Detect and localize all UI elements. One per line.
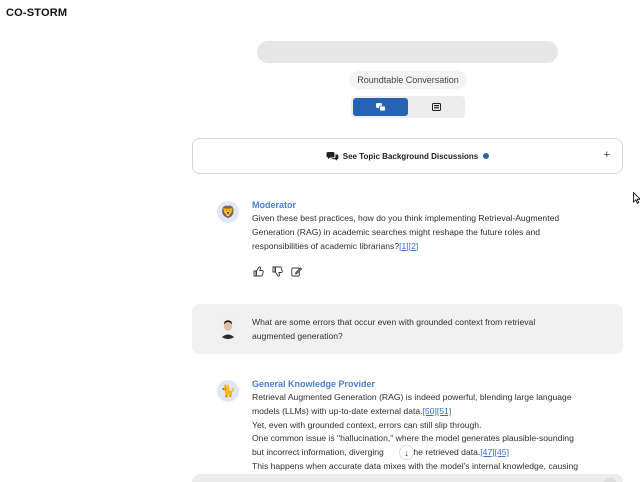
message-line: but incorrect information, diverging n th…: [252, 446, 624, 460]
user-photo-icon: [217, 317, 239, 339]
provider-avatar: 🐈: [217, 380, 239, 402]
thumbs-up-button[interactable]: [252, 265, 264, 277]
report-view-button[interactable]: [410, 98, 463, 116]
newspaper-icon: [432, 103, 441, 111]
thumbs-up-icon: [253, 265, 264, 276]
mouse-cursor-icon: [633, 192, 640, 204]
status-dot: [483, 153, 490, 159]
message-reactions: [252, 265, 302, 277]
citation-link[interactable]: [47]: [480, 447, 494, 457]
arrow-down-icon: ↓: [404, 447, 409, 458]
speaker-name: Moderator: [252, 200, 297, 210]
message-line: models (LLMs) with up-to-date external d…: [252, 405, 624, 419]
speaker-name: General Knowledge Provider: [252, 379, 376, 389]
citation-link[interactable]: [51]: [437, 406, 451, 416]
topic-background-toggle[interactable]: See Topic Background Discussions +: [192, 138, 623, 174]
view-toggle: [351, 96, 465, 118]
message-line: augmented generation?: [252, 330, 343, 341]
user-avatar: [217, 317, 239, 339]
message-composer[interactable]: [192, 474, 623, 482]
chat-bubbles-icon: [375, 102, 386, 111]
message-line-text: models (LLMs) with up-to-date external d…: [252, 405, 423, 416]
citation-link[interactable]: [45]: [495, 447, 509, 457]
chat-bubbles-icon: [326, 152, 339, 161]
mode-label: Roundtable Conversation: [349, 71, 467, 89]
message-text: What are some errors that occur even wit…: [252, 316, 612, 344]
edit-icon: [290, 266, 302, 276]
scroll-down-button[interactable]: ↓: [399, 445, 414, 460]
message-line: Retrieval Augmented Generation (RAG) is …: [252, 392, 572, 402]
message-line: responsibilities of academic librarians?…: [252, 240, 612, 254]
message-line: One common issue is "hallucination," whe…: [252, 433, 574, 444]
topic-input-bar[interactable]: [257, 41, 558, 63]
app-title: CO-STORM: [6, 7, 68, 19]
expand-icon[interactable]: +: [604, 149, 610, 161]
message-text: Given these best practices, how do you t…: [252, 212, 612, 253]
citation-link[interactable]: [1]: [399, 241, 409, 251]
message-line-text: responsibilities of academic librarians?: [252, 240, 400, 251]
lion-icon: 🦁: [220, 205, 236, 219]
citation-link[interactable]: [2]: [409, 241, 419, 251]
chat-view-button[interactable]: [353, 98, 408, 116]
message-line: This happens when accurate data mixes wi…: [252, 460, 579, 471]
message-line: What are some errors that occur even wit…: [252, 317, 536, 327]
message-line: Yet, even with grounded context, errors …: [252, 419, 482, 430]
thumbs-down-icon: [272, 266, 283, 277]
citation-link[interactable]: [50]: [423, 406, 437, 416]
background-label: See Topic Background Discussions: [342, 151, 479, 161]
send-button[interactable]: [603, 478, 617, 482]
edit-button[interactable]: [290, 265, 302, 277]
thumbs-down-button[interactable]: [271, 265, 283, 277]
message-line: Given these best practices, how do you t…: [252, 213, 560, 223]
moderator-avatar: 🦁: [217, 201, 239, 223]
message-line: Generation (RAG) in academic searches mi…: [252, 226, 541, 237]
message-text: Retrieval Augmented Generation (RAG) is …: [252, 391, 624, 474]
fox-icon: 🐈: [220, 384, 236, 398]
message-line-text: but incorrect information, diverging: [252, 447, 384, 458]
message-line-text: n the retrieved data.: [403, 447, 481, 458]
